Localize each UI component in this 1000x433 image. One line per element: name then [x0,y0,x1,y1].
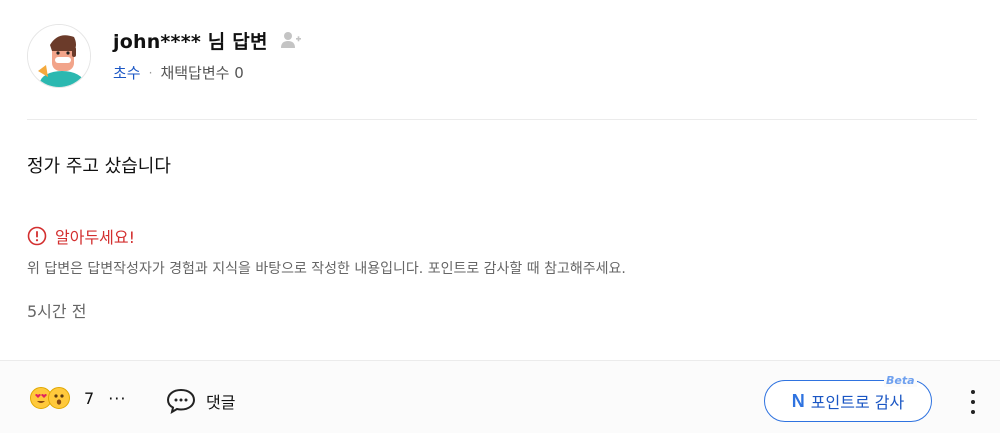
beta-badge: Beta [884,374,917,387]
point-thanks-label: 포인트로 감사 [810,393,905,412]
add-friend-icon[interactable] [280,29,302,51]
speech-bubble-icon [166,388,196,415]
surprised-emoji-icon [48,387,70,409]
warning-circle-icon [27,226,47,246]
comment-button[interactable]: 댓글 [166,387,235,415]
meta-separator: · [148,65,153,80]
kebab-menu-icon[interactable] [965,388,981,416]
author-rank[interactable]: 초수 [113,62,141,83]
answer-time: 5시간 전 [27,302,87,321]
answer-header: john**** 님 답변 초수 · 채택답변수 0 [27,24,977,94]
author-avatar[interactable] [27,24,91,88]
author-meta: 초수 · 채택답변수 0 [113,62,244,83]
reaction-more[interactable]: ··· [108,389,126,408]
reactions[interactable]: 7 ··· [30,387,126,409]
author-name[interactable]: john**** 님 답변 [113,27,268,54]
naver-point-icon: N [791,390,805,411]
notice-box: 알아두세요! 위 답변은 답변작성자가 경험과 지식을 바탕으로 작성한 내용입… [27,224,626,278]
notice-title: 알아두세요! [27,224,626,248]
answer-footer: 7 ··· 댓글 N 포인트로 감사 Beta [0,360,1000,433]
notice-title-text: 알아두세요! [55,228,136,247]
author-name-row: john**** 님 답변 [113,26,302,54]
adopted-answer-count: 채택답변수 0 [160,64,244,82]
notice-text: 위 답변은 답변작성자가 경험과 지식을 바탕으로 작성한 내용입니다. 포인트… [27,261,626,277]
comment-label: 댓글 [206,393,236,412]
reaction-count: 7 [84,388,95,408]
answer-body: 정가 주고 샀습니다 [27,156,171,177]
header-divider [27,119,977,120]
